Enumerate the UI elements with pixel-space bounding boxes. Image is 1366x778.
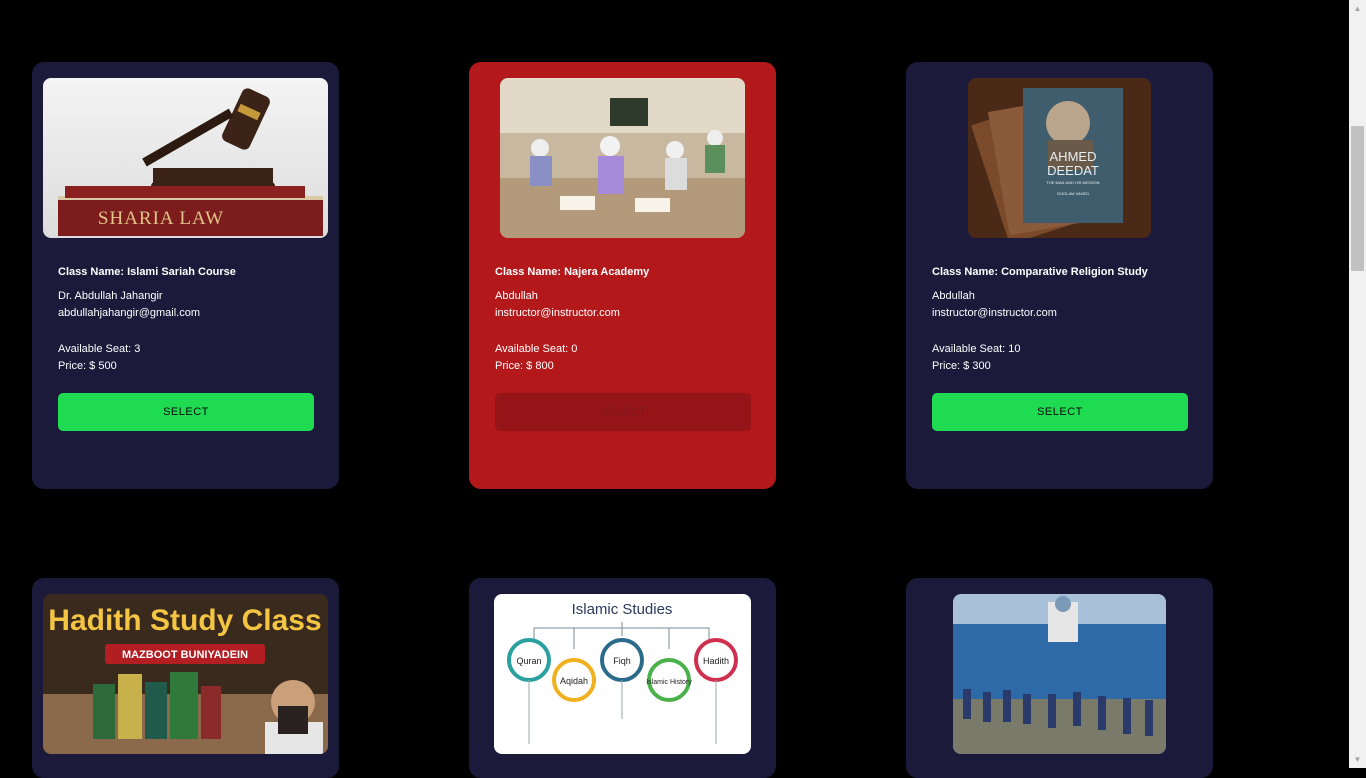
- instructor-email: abdullahjahangir@gmail.com: [58, 307, 201, 319]
- select-button[interactable]: SELECT: [58, 393, 314, 431]
- topic-fiqh: Fiqh: [613, 656, 631, 666]
- price: Price: $ 300: [932, 360, 991, 372]
- class-image: [953, 594, 1166, 754]
- scroll-up-arrow-icon[interactable]: ▲: [1349, 0, 1366, 17]
- image-caption: SHARIA LAW: [98, 208, 224, 229]
- instructor-email: instructor@instructor.com: [495, 307, 620, 319]
- class-name: Class Name: Najera Academy: [495, 266, 650, 278]
- scroll-down-arrow-icon[interactable]: ▼: [1349, 751, 1366, 768]
- image-subtitle: MAZBOOT BUNIYADEIN: [122, 649, 248, 661]
- select-button-disabled[interactable]: SELECT: [495, 393, 751, 431]
- scrollbar-thumb[interactable]: [1351, 126, 1364, 271]
- topic-aqidah: Aqidah: [560, 676, 588, 686]
- topic-islamic-history: Islamic History: [646, 679, 692, 686]
- class-card-full: Class Name: Najera Academy Abdullah inst…: [469, 62, 776, 489]
- class-name: Class Name: Comparative Religion Study: [932, 266, 1148, 278]
- select-button[interactable]: SELECT: [932, 393, 1188, 431]
- vertical-scrollbar[interactable]: ▲ ▼: [1349, 0, 1366, 768]
- class-card: Islamic Studies Quran Aqidah Fiqh Islami…: [469, 578, 776, 778]
- class-image: [500, 78, 745, 238]
- diagram-title: Islamic Studies: [572, 601, 673, 618]
- price: Price: $ 800: [495, 360, 554, 372]
- class-image: SHARIA LAW: [43, 78, 328, 238]
- instructor-email: instructor@instructor.com: [932, 307, 1057, 319]
- class-card: AHMED DEEDAT THE MAN AND HIS MISSION GOO…: [906, 62, 1213, 489]
- book-subtitle: THE MAN AND HIS MISSION: [1046, 180, 1099, 185]
- topic-hadith: Hadith: [703, 656, 729, 666]
- class-image: AHMED DEEDAT THE MAN AND HIS MISSION GOO…: [968, 78, 1151, 238]
- available-seats: Available Seat: 10: [932, 343, 1021, 355]
- instructor-name: Abdullah: [495, 290, 538, 302]
- image-title: Hadith Study Class: [48, 604, 321, 637]
- book-title-1: AHMED: [1050, 149, 1097, 164]
- instructor-name: Dr. Abdullah Jahangir: [58, 290, 163, 302]
- book-author: GOOLAM VAHED: [1057, 191, 1089, 196]
- class-card: [906, 578, 1213, 778]
- available-seats: Available Seat: 3: [58, 343, 141, 355]
- book-title-2: DEEDAT: [1047, 163, 1099, 178]
- class-card: Hadith Study Class MAZBOOT BUNIYADEIN: [32, 578, 339, 778]
- topic-quran: Quran: [516, 656, 541, 666]
- price: Price: $ 500: [58, 360, 117, 372]
- class-name: Class Name: Islami Sariah Course: [58, 266, 236, 278]
- instructor-name: Abdullah: [932, 290, 975, 302]
- class-image: Islamic Studies Quran Aqidah Fiqh Islami…: [494, 594, 751, 754]
- class-card: SHARIA LAW Class Name: Islami Sariah Cou…: [32, 62, 339, 489]
- class-image: Hadith Study Class MAZBOOT BUNIYADEIN: [43, 594, 328, 754]
- available-seats: Available Seat: 0: [495, 343, 578, 355]
